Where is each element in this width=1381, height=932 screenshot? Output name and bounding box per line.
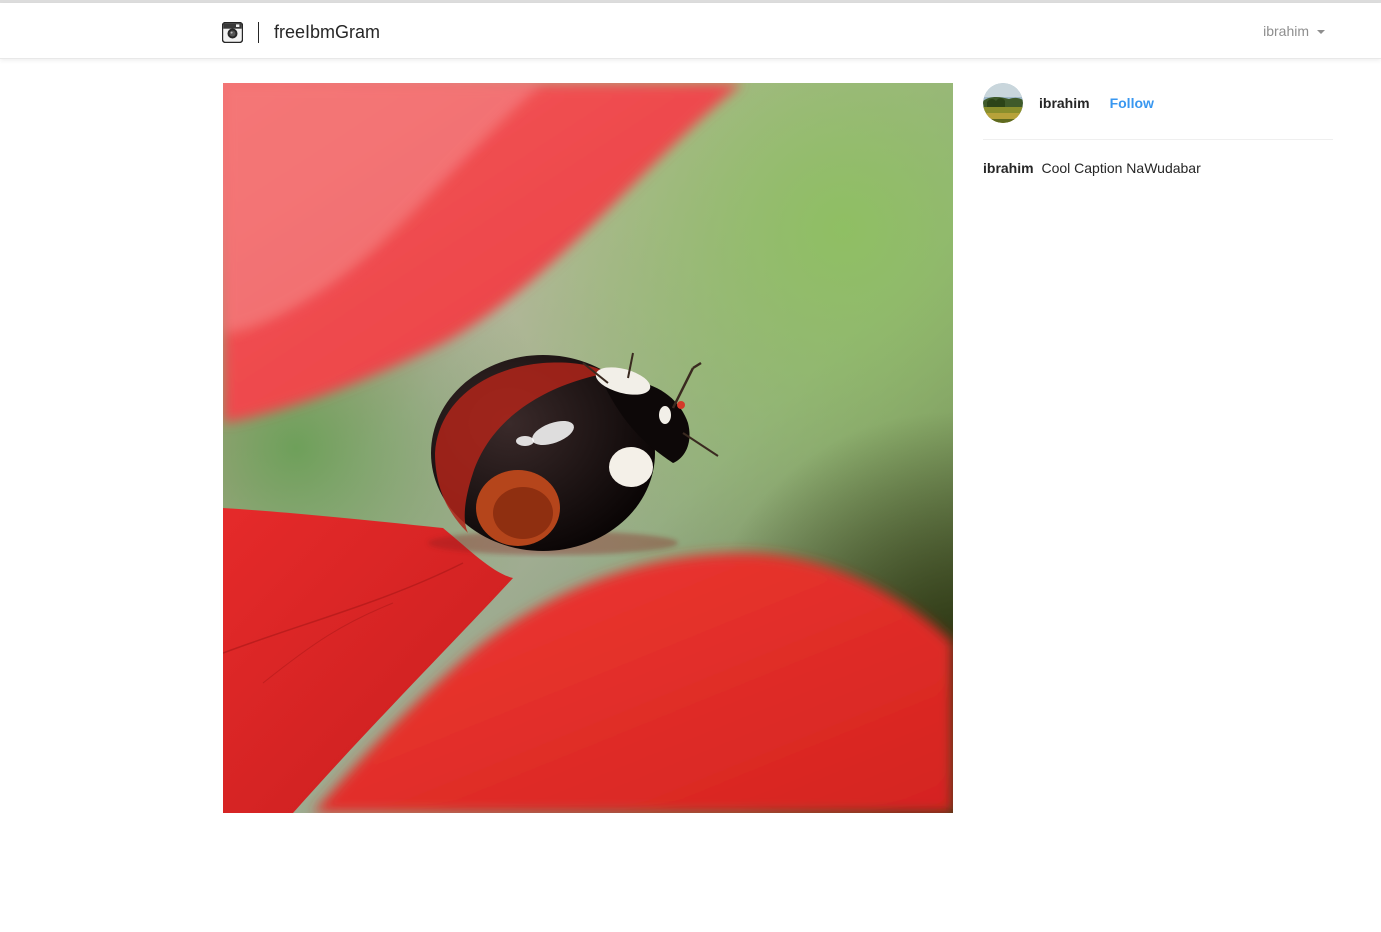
navbar: freeIbmGram ibrahim bbox=[0, 3, 1381, 59]
user-menu-label[interactable]: ibrahim bbox=[1263, 23, 1309, 39]
follow-button[interactable]: Follow bbox=[1110, 95, 1154, 111]
post-image bbox=[223, 83, 953, 813]
caption: ibrahim Cool Caption NaWudabar bbox=[983, 159, 1333, 177]
post-author-username[interactable]: ibrahim bbox=[1039, 95, 1090, 111]
avatar[interactable] bbox=[983, 83, 1023, 123]
camera-icon bbox=[222, 21, 243, 43]
caption-text: Cool Caption NaWudabar bbox=[1041, 160, 1201, 176]
caret-down-icon bbox=[1317, 29, 1325, 34]
brand-divider bbox=[258, 21, 259, 43]
post-header: ibrahim Follow bbox=[983, 83, 1333, 140]
brand[interactable]: freeIbmGram bbox=[222, 21, 380, 43]
caption-username[interactable]: ibrahim bbox=[983, 160, 1034, 176]
post-sidebar: ibrahim Follow ibrahim Cool Caption NaWu… bbox=[983, 83, 1333, 177]
user-menu-dropdown[interactable]: ibrahim bbox=[1263, 23, 1325, 39]
brand-name[interactable]: freeIbmGram bbox=[274, 21, 380, 43]
